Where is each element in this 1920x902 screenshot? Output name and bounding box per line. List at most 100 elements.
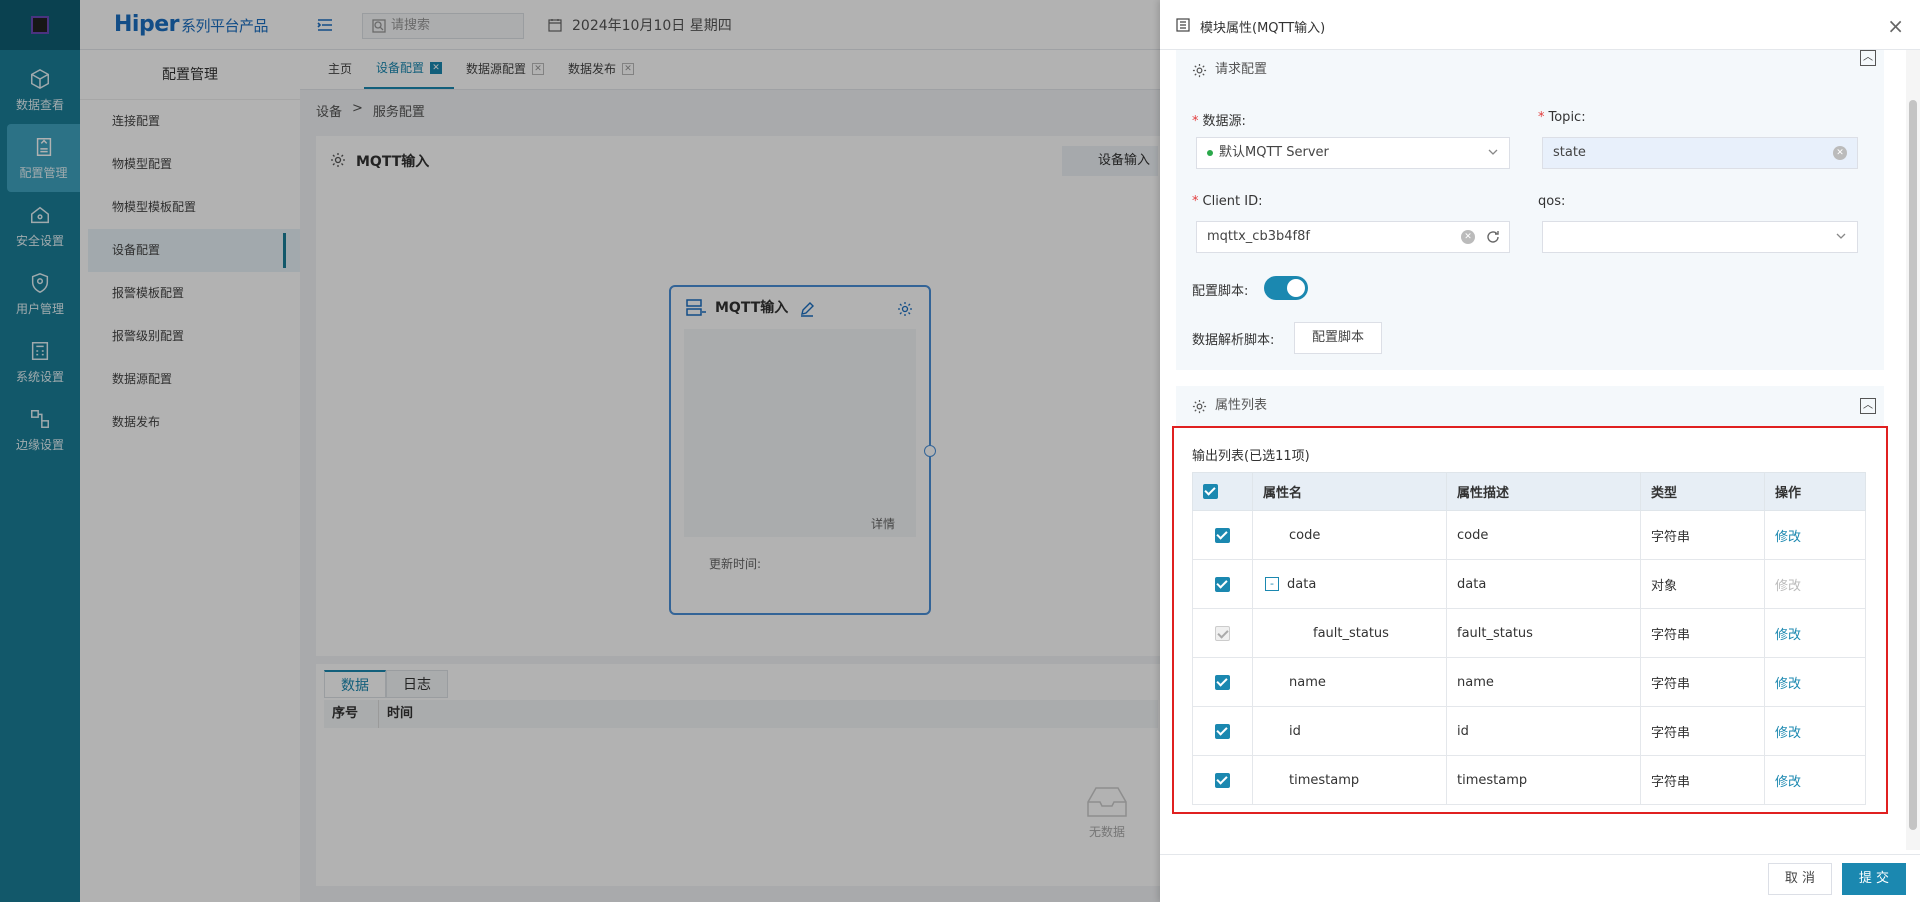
attr-name-cell: timestamp <box>1252 755 1447 805</box>
row-checkbox[interactable] <box>1215 772 1230 788</box>
clientid-input[interactable]: mqttx_cb3b4f8f ✕ <box>1196 221 1510 253</box>
gear-icon <box>1192 63 1207 77</box>
table-row: id id 字符串 修改 <box>1192 706 1866 756</box>
section-title-text: 属性列表 <box>1215 398 1268 413</box>
close-button[interactable]: × <box>1887 14 1904 38</box>
modal-overlay[interactable] <box>0 0 1160 902</box>
row-checkbox[interactable] <box>1215 723 1230 739</box>
clientid-label: * Client ID: <box>1192 194 1263 209</box>
request-config-section: 请求配置 ︿ <box>1176 50 1884 370</box>
attr-name: data <box>1287 576 1317 592</box>
checkbox-cell[interactable] <box>1192 510 1253 560</box>
checkbox-cell[interactable] <box>1192 755 1253 805</box>
select-all-checkbox[interactable] <box>1203 484 1218 499</box>
attr-type-cell: 字符串 <box>1640 510 1765 560</box>
checkbox-cell[interactable] <box>1192 706 1253 756</box>
drawer-footer: 取 消 提 交 <box>1160 854 1920 902</box>
configure-script-button[interactable]: 配置脚本 <box>1294 322 1382 354</box>
attr-type-cell: 字符串 <box>1640 608 1765 658</box>
collapse-icon[interactable]: ︿ <box>1860 398 1876 414</box>
table-header-row: 属性名 属性描述 类型 操作 <box>1192 472 1866 511</box>
datasource-select[interactable]: 默认MQTT Server <box>1196 137 1510 169</box>
chevron-down-icon <box>1836 233 1846 239</box>
label-text: 数据源: <box>1202 114 1246 129</box>
refresh-icon[interactable] <box>1485 229 1501 245</box>
section-title-text: 请求配置 <box>1215 62 1268 77</box>
edit-link[interactable]: 修改 <box>1775 628 1801 643</box>
status-dot <box>1207 149 1213 156</box>
attr-type-cell: 字符串 <box>1640 755 1765 805</box>
section-title: 属性列表 <box>1192 386 1267 426</box>
table-row: fault_status fault_status 字符串 修改 <box>1192 608 1866 658</box>
edit-link[interactable]: 修改 <box>1775 530 1801 545</box>
property-drawer: 模块属性(MQTT输入) × 请求配置 ︿ * 数据源: 默认MQTT Serve… <box>1160 0 1920 902</box>
table-row: timestamp timestamp 字符串 修改 <box>1192 755 1866 805</box>
input-value: state <box>1553 145 1586 160</box>
table-row: name name 字符串 修改 <box>1192 657 1866 707</box>
label-text: qos: <box>1538 194 1566 209</box>
document-icon <box>1176 18 1190 32</box>
edit-link: 修改 <box>1775 578 1802 594</box>
attribute-section: 属性列表 ︿ <box>1176 386 1884 426</box>
row-checkbox <box>1215 625 1230 641</box>
script-toggle[interactable] <box>1264 276 1308 300</box>
drawer-scrollbar[interactable] <box>1906 50 1920 850</box>
op-cell: 修改 <box>1764 608 1866 658</box>
column-header: 属性名 <box>1252 472 1447 511</box>
parse-script-label: 数据解析脚本: <box>1192 333 1275 348</box>
topic-label: * Topic: <box>1538 110 1586 125</box>
gear-icon <box>1192 399 1207 413</box>
chevron-down-icon <box>1488 149 1498 155</box>
collapse-icon[interactable]: ︿ <box>1860 50 1876 66</box>
edit-link[interactable]: 修改 <box>1775 726 1801 741</box>
clear-icon[interactable]: ✕ <box>1461 230 1475 244</box>
output-list-label: 输出列表(已选11项) <box>1192 449 1310 464</box>
attribute-table: 属性名 属性描述 类型 操作 code code 字符串 修改 - data da… <box>1192 472 1866 805</box>
select-all-cell[interactable] <box>1192 472 1253 511</box>
op-cell: 修改 <box>1764 657 1866 707</box>
script-label: 配置脚本: <box>1192 284 1249 299</box>
attr-name-cell: id <box>1252 706 1447 756</box>
label-text: Client ID: <box>1202 194 1263 209</box>
table-row: - data data 对象 修改 <box>1192 559 1866 609</box>
attr-type-cell: 字符串 <box>1640 706 1765 756</box>
attr-name-cell: name <box>1252 657 1447 707</box>
checkbox-cell[interactable] <box>1192 559 1253 609</box>
input-value: mqttx_cb3b4f8f <box>1207 229 1310 244</box>
edit-link[interactable]: 修改 <box>1775 677 1801 692</box>
checkbox-cell[interactable] <box>1192 657 1253 707</box>
clear-icon[interactable]: ✕ <box>1833 146 1847 160</box>
label-text: Topic: <box>1548 110 1586 125</box>
attr-desc-cell: timestamp <box>1446 755 1641 805</box>
checkbox-cell <box>1192 608 1253 658</box>
collapse-toggle-icon[interactable]: - <box>1265 577 1279 591</box>
column-header: 类型 <box>1640 472 1765 511</box>
attr-type-cell: 对象 <box>1640 559 1765 609</box>
qos-label: qos: <box>1538 194 1565 209</box>
op-cell: 修改 <box>1764 755 1866 805</box>
datasource-label: * 数据源: <box>1192 114 1246 129</box>
attr-desc-cell: fault_status <box>1446 608 1641 658</box>
cancel-button[interactable]: 取 消 <box>1768 863 1832 895</box>
attr-desc-cell: code <box>1446 510 1641 560</box>
scrollbar-thumb[interactable] <box>1909 100 1917 830</box>
qos-select[interactable] <box>1542 221 1858 253</box>
attr-name-cell: - data <box>1252 559 1447 609</box>
op-cell: 修改 <box>1764 510 1866 560</box>
row-checkbox[interactable] <box>1215 527 1230 543</box>
drawer-header: 模块属性(MQTT输入) × <box>1160 0 1920 50</box>
row-checkbox[interactable] <box>1215 674 1230 690</box>
row-checkbox[interactable] <box>1215 576 1230 592</box>
attr-desc-cell: name <box>1446 657 1641 707</box>
op-cell: 修改 <box>1764 559 1866 609</box>
column-header: 属性描述 <box>1446 472 1641 511</box>
op-cell: 修改 <box>1764 706 1866 756</box>
attr-desc-cell: data <box>1446 559 1641 609</box>
column-header: 操作 <box>1764 472 1866 511</box>
drawer-title: 模块属性(MQTT输入) <box>1200 21 1326 36</box>
edit-link[interactable]: 修改 <box>1775 775 1801 790</box>
select-value: 默认MQTT Server <box>1219 145 1329 160</box>
attr-type-cell: 字符串 <box>1640 657 1765 707</box>
submit-button[interactable]: 提 交 <box>1842 863 1906 895</box>
topic-input[interactable]: state ✕ <box>1542 137 1858 169</box>
